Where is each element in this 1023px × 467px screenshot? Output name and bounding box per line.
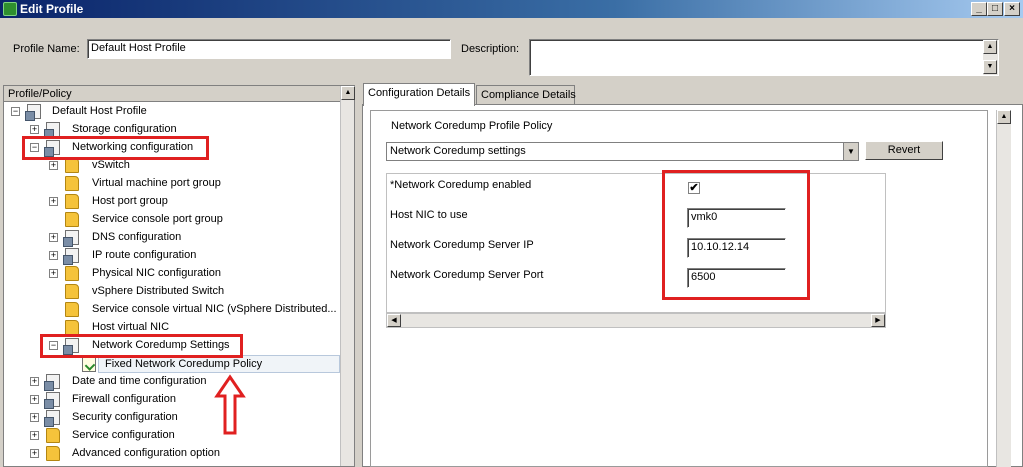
tree-item-label: Fixed Network Coredump Policy xyxy=(105,358,263,370)
tree-item-label: vSwitch xyxy=(92,159,130,171)
tree-item-label: DNS configuration xyxy=(92,231,182,243)
field-label-coredump-enabled: *Network Coredump enabled xyxy=(390,179,532,191)
tree-item-label: Firewall configuration xyxy=(72,393,176,405)
tree-item-label: vSphere Distributed Switch xyxy=(92,285,225,297)
policy-title: Network Coredump Profile Policy xyxy=(391,120,553,132)
folder-icon xyxy=(65,176,79,191)
profile-name-input[interactable]: Default Host Profile xyxy=(87,39,451,59)
folder-icon xyxy=(65,284,79,299)
close-button[interactable]: × xyxy=(1004,2,1020,16)
tree-item-label: Service console virtual NIC (vSphere Dis… xyxy=(92,303,337,315)
tree-scrollbar[interactable]: ▲ xyxy=(340,86,355,466)
tree-item-label: Host virtual NIC xyxy=(92,321,170,333)
profile-icon xyxy=(63,230,79,247)
tree-item[interactable]: Service console port group xyxy=(0,211,340,229)
folder-icon xyxy=(65,194,79,209)
tree-item[interactable]: + IP route configuration xyxy=(0,247,340,265)
folder-icon xyxy=(46,446,60,461)
tab-compliance-details[interactable]: Compliance Details xyxy=(476,85,576,106)
tree-item-label: Virtual machine port group xyxy=(92,177,221,189)
restore-button[interactable]: □ xyxy=(987,2,1003,16)
profile-icon xyxy=(63,248,79,265)
policy-dropdown-value: Network Coredump settings xyxy=(390,145,526,157)
profile-icon xyxy=(44,392,60,409)
expand-icon[interactable]: + xyxy=(49,233,58,242)
tab-configuration-details[interactable]: Configuration Details xyxy=(363,83,475,106)
expand-icon[interactable]: + xyxy=(49,161,58,170)
red-arrow-icon xyxy=(214,374,246,435)
highlight-parameters xyxy=(662,170,810,300)
tree-item-label: Service configuration xyxy=(72,429,175,441)
folder-icon xyxy=(65,302,79,317)
tree-item-label: Security configuration xyxy=(72,411,178,423)
expand-icon[interactable]: + xyxy=(30,431,39,440)
app-icon xyxy=(3,2,17,16)
tree-item[interactable]: vSphere Distributed Switch xyxy=(0,283,340,301)
tree-item-label: IP route configuration xyxy=(92,249,197,261)
field-label-server-port: Network Coredump Server Port xyxy=(390,269,544,281)
profile-icon xyxy=(44,374,60,391)
tree-item[interactable]: + Service configuration xyxy=(0,427,340,445)
expand-icon[interactable]: + xyxy=(30,413,39,422)
tree-header: Profile/Policy xyxy=(4,86,342,102)
tree-item[interactable]: + DNS configuration xyxy=(0,229,340,247)
tree-item-label: Default Host Profile xyxy=(52,105,147,117)
tree-item-label: Physical NIC configuration xyxy=(92,267,222,279)
description-label: Description: xyxy=(461,43,520,55)
profile-name-label: Profile Name: xyxy=(13,43,80,55)
highlight-coredump-settings xyxy=(40,334,243,358)
tree-item[interactable]: + Security configuration xyxy=(0,409,340,427)
field-label-host-nic: Host NIC to use xyxy=(390,209,468,221)
grid-horizontal-scrollbar[interactable]: ◀ ▶ xyxy=(386,313,886,328)
highlight-networking xyxy=(22,136,209,160)
revert-button[interactable]: Revert xyxy=(865,141,943,160)
tree-item[interactable]: + Firewall configuration xyxy=(0,391,340,409)
expand-icon[interactable]: + xyxy=(49,269,58,278)
tree-item-label: Host port group xyxy=(92,195,168,207)
minimize-button[interactable]: _ xyxy=(971,2,987,16)
window-title: Edit Profile xyxy=(20,2,84,16)
field-label-server-ip: Network Coredump Server IP xyxy=(390,239,534,251)
scroll-up-icon[interactable]: ▲ xyxy=(341,86,355,100)
tree-item[interactable]: + Host port group xyxy=(0,193,340,211)
expand-icon[interactable]: + xyxy=(30,125,39,134)
description-scrollbar[interactable]: ▲ ▼ xyxy=(983,40,998,75)
details-scrollbar[interactable]: ▲ xyxy=(996,110,1011,467)
tree-item[interactable]: + Advanced configuration option xyxy=(0,445,340,463)
expand-icon[interactable]: + xyxy=(49,251,58,260)
tree-item[interactable]: + Date and time configuration xyxy=(0,373,340,391)
policy-dropdown[interactable]: Network Coredump settings ▼ xyxy=(386,142,859,161)
profile-icon xyxy=(44,410,60,427)
folder-icon xyxy=(65,158,79,173)
scroll-up-icon[interactable]: ▲ xyxy=(983,40,997,54)
tree-item-label: Date and time configuration xyxy=(72,375,207,387)
tree-item[interactable]: Service console virtual NIC (vSphere Dis… xyxy=(0,301,340,319)
expand-icon[interactable]: + xyxy=(30,395,39,404)
tree-item[interactable]: + Physical NIC configuration xyxy=(0,265,340,283)
expand-icon[interactable]: + xyxy=(30,449,39,458)
tree-item-label: Advanced configuration option xyxy=(72,447,220,459)
tree-item[interactable]: − Default Host Profile xyxy=(0,103,340,121)
description-input[interactable] xyxy=(529,39,999,76)
collapse-icon[interactable]: − xyxy=(11,107,20,116)
folder-icon xyxy=(65,320,79,335)
folder-icon xyxy=(46,428,60,443)
chevron-down-icon[interactable]: ▼ xyxy=(843,143,858,160)
profile-icon xyxy=(44,122,60,139)
scroll-down-icon[interactable]: ▼ xyxy=(983,60,997,74)
policy-icon xyxy=(82,357,96,372)
expand-icon[interactable]: + xyxy=(49,197,58,206)
scroll-left-icon[interactable]: ◀ xyxy=(387,314,401,327)
tree-item[interactable]: Virtual machine port group xyxy=(0,175,340,193)
tree-item-label: Service console port group xyxy=(92,213,223,225)
window-titlebar: Edit Profile _ □ × xyxy=(0,0,1023,18)
scroll-up-icon[interactable]: ▲ xyxy=(997,110,1011,124)
profile-icon xyxy=(25,104,41,121)
expand-icon[interactable]: + xyxy=(30,377,39,386)
folder-icon xyxy=(65,212,79,227)
folder-icon xyxy=(65,266,79,281)
tree-item-label: Storage configuration xyxy=(72,123,177,135)
scroll-right-icon[interactable]: ▶ xyxy=(871,314,885,327)
